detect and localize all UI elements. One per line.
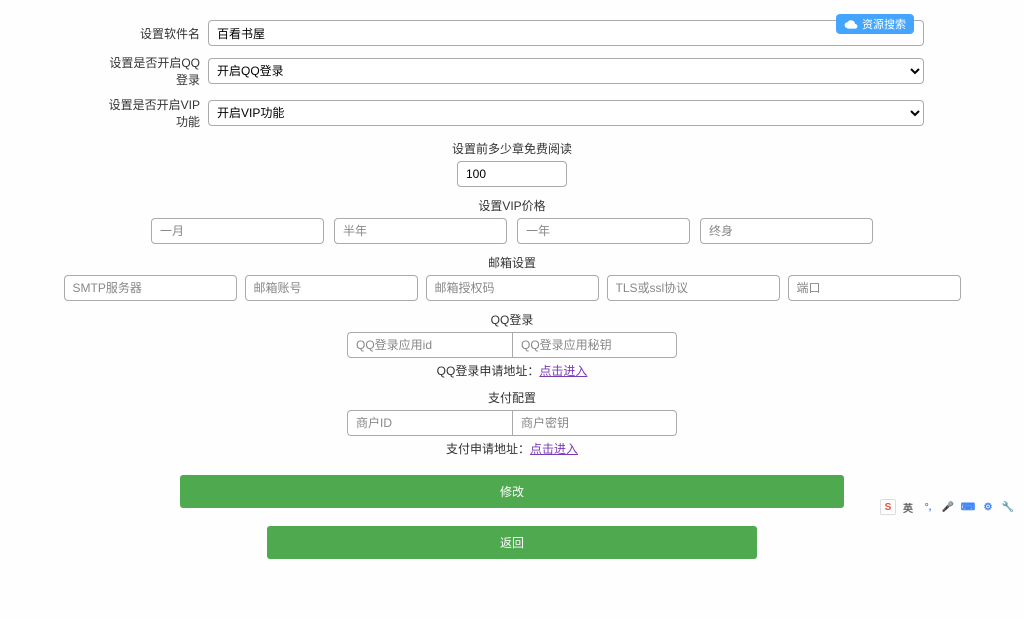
tray-punct-icon[interactable]: °, (920, 499, 936, 515)
software-name-label: 设置软件名 (100, 25, 200, 42)
cloud-badge[interactable]: 资源搜索 (836, 14, 914, 34)
vip-select[interactable]: 开启VIP功能 (208, 100, 924, 126)
email-settings-label: 邮箱设置 (100, 254, 924, 271)
qq-apply-link[interactable]: 点击进入 (539, 364, 587, 378)
email-port-input[interactable] (788, 275, 961, 301)
qq-app-secret-input[interactable] (512, 332, 677, 358)
tray-keyboard-icon[interactable]: ⌨ (960, 499, 976, 515)
modify-button[interactable]: 修改 (180, 475, 844, 508)
vip-price-lifetime-input[interactable] (700, 218, 873, 244)
qq-apply-hint: QQ登录申请地址：点击进入 (100, 362, 924, 379)
cloud-badge-label: 资源搜索 (862, 16, 906, 32)
email-authcode-input[interactable] (426, 275, 599, 301)
merchant-secret-input[interactable] (512, 410, 677, 436)
email-account-input[interactable] (245, 275, 418, 301)
vip-price-month-input[interactable] (151, 218, 324, 244)
vip-price-label: 设置VIP价格 (100, 197, 924, 214)
smtp-server-input[interactable] (64, 275, 237, 301)
pay-apply-link[interactable]: 点击进入 (530, 442, 578, 456)
cloud-icon (844, 17, 858, 31)
tray-tool-icon[interactable]: 🔧 (1000, 499, 1016, 515)
sogou-icon[interactable]: S (880, 499, 896, 515)
email-protocol-input[interactable] (607, 275, 780, 301)
qq-login-label: QQ登录 (100, 311, 924, 328)
merchant-id-input[interactable] (347, 410, 512, 436)
vip-price-halfyear-input[interactable] (334, 218, 507, 244)
pay-apply-hint: 支付申请地址：点击进入 (100, 440, 924, 457)
software-name-input[interactable] (208, 20, 924, 46)
tray-settings-icon[interactable]: ⚙ (980, 499, 996, 515)
qq-login-toggle-label: 设置是否开启QQ登录 (100, 54, 200, 88)
pay-config-label: 支付配置 (100, 389, 924, 406)
back-button[interactable]: 返回 (267, 526, 757, 559)
qq-app-id-input[interactable] (347, 332, 512, 358)
ime-lang-icon[interactable]: 英 (900, 499, 916, 515)
free-chapters-input[interactable] (457, 161, 567, 187)
tray-mic-icon[interactable]: 🎤 (940, 499, 956, 515)
qq-login-select[interactable]: 开启QQ登录 (208, 58, 924, 84)
vip-price-year-input[interactable] (517, 218, 690, 244)
vip-toggle-label: 设置是否开启VIP功能 (100, 96, 200, 130)
system-tray: S 英 °, 🎤 ⌨ ⚙ 🔧 (880, 499, 1016, 515)
free-chapters-label: 设置前多少章免费阅读 (100, 140, 924, 157)
